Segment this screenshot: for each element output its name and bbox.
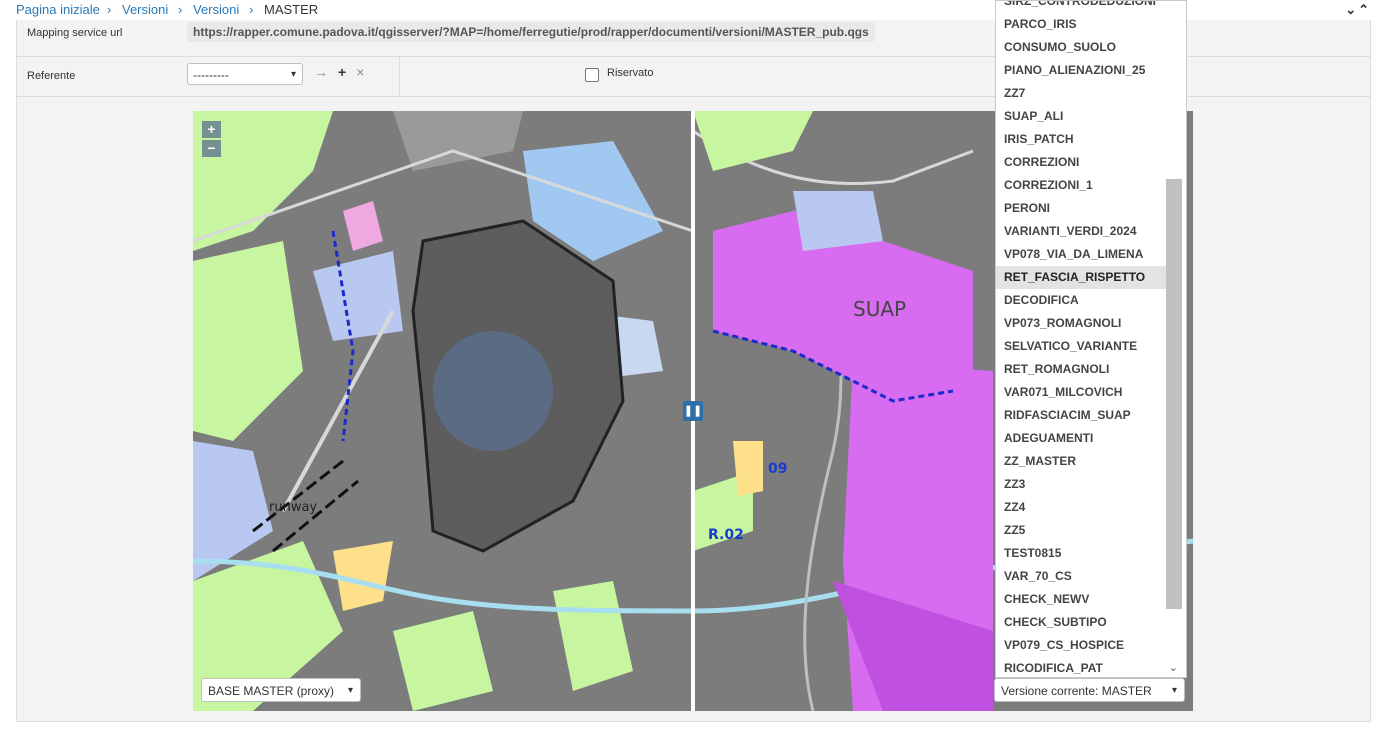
chevron-right-icon: ›: [249, 2, 254, 17]
version-option[interactable]: ZZ5: [996, 519, 1167, 542]
suap-label: SUAP: [853, 297, 906, 321]
version-option[interactable]: VP078_VIA_DA_LIMENA: [996, 243, 1167, 266]
version-option[interactable]: ZZ3: [996, 473, 1167, 496]
breadcrumb-versions[interactable]: Versioni: [122, 2, 168, 17]
version-option[interactable]: ADEGUAMENTI: [996, 427, 1167, 450]
version-option[interactable]: PARCO_IRIS: [996, 13, 1167, 36]
chevron-down-icon[interactable]: ⌄: [1169, 661, 1178, 674]
version-option[interactable]: SUAP_ALI: [996, 105, 1167, 128]
version-select[interactable]: Versione corrente: MASTER ▾: [994, 678, 1185, 702]
version-option[interactable]: SELVATICO_VARIANTE: [996, 335, 1167, 358]
version-option[interactable]: IRIS_PATCH: [996, 128, 1167, 151]
mapping-url-value: https://rapper.comune.padova.it/qgisserv…: [187, 22, 875, 42]
version-option[interactable]: VAR071_MILCOVICH: [996, 381, 1167, 404]
version-option[interactable]: RIDFASCIACIM_SUAP: [996, 404, 1167, 427]
chevron-down-icon: ▾: [1171, 685, 1177, 696]
chevron-right-icon: ›: [107, 2, 112, 17]
divider: [399, 56, 400, 96]
version-option[interactable]: RICODIFICA_PAT: [996, 657, 1167, 677]
version-option[interactable]: PERONI: [996, 197, 1167, 220]
version-option[interactable]: RET_ROMAGNOLI: [996, 358, 1167, 381]
base-layer-select[interactable]: BASE MASTER (proxy) ▾: [201, 678, 361, 702]
version-option[interactable]: CONSUMO_SUOLO: [996, 36, 1167, 59]
breadcrumb-home[interactable]: Pagina iniziale: [16, 2, 100, 17]
version-option[interactable]: VARIANTI_VERDI_2024: [996, 220, 1167, 243]
referente-actions: → + ×: [314, 64, 374, 80]
referente-label: Referente: [27, 70, 76, 82]
chevron-down-icon: ▾: [347, 685, 353, 696]
version-option[interactable]: RET_FASCIA_RISPETTO: [996, 266, 1167, 289]
version-option[interactable]: CORREZIONI_1: [996, 174, 1167, 197]
chevron-right-icon: ›: [178, 2, 183, 17]
version-option[interactable]: VAR_70_CS: [996, 565, 1167, 588]
version-option[interactable]: CHECK_SUBTIPO: [996, 611, 1167, 634]
version-option[interactable]: ZZ4: [996, 496, 1167, 519]
version-option[interactable]: SIRZ_CONTRODEDUZIONI: [996, 1, 1167, 13]
riservato-checkbox[interactable]: [585, 68, 599, 82]
referente-select[interactable]: --------- ▾: [187, 63, 303, 85]
version-option[interactable]: VP073_ROMAGNOLI: [996, 312, 1167, 335]
zoom-in-button[interactable]: +: [202, 121, 221, 138]
runway-label: runway: [269, 500, 317, 515]
zone-label-09: 09: [768, 461, 787, 477]
breadcrumb-current: MASTER: [264, 2, 319, 17]
arrow-right-icon[interactable]: →: [314, 64, 328, 80]
version-option[interactable]: ZZ_MASTER: [996, 450, 1167, 473]
chevron-down-icon: ▾: [290, 69, 296, 80]
zone-label-r02: R.02: [708, 527, 744, 543]
version-option[interactable]: TEST0815: [996, 542, 1167, 565]
zoom-out-button[interactable]: −: [202, 140, 221, 157]
breadcrumb-versions-2[interactable]: Versioni: [193, 2, 239, 17]
version-option[interactable]: CHECK_NEWV: [996, 588, 1167, 611]
version-option[interactable]: CORREZIONI: [996, 151, 1167, 174]
version-option[interactable]: ZZ7: [996, 82, 1167, 105]
version-options: SIRZ_CONTRODEDUZIONI PARCO_IRIS CONSUMO_SU…: [996, 1, 1167, 677]
swipe-handle-pause-icon[interactable]: ❚❚: [683, 401, 703, 421]
mapping-url-label: Mapping service url: [27, 27, 123, 39]
version-option[interactable]: DECODIFICA: [996, 289, 1167, 312]
riservato-label: Riservato: [607, 67, 654, 79]
collapse-toggle-icons[interactable]: ⌄⌃: [1345, 2, 1371, 18]
plus-icon[interactable]: +: [338, 64, 346, 80]
version-dropdown-list[interactable]: SIRZ_CONTRODEDUZIONI PARCO_IRIS CONSUMO_SU…: [995, 0, 1187, 678]
close-icon[interactable]: ×: [356, 64, 364, 80]
zoom-controls: + −: [202, 121, 221, 159]
scrollbar-thumb[interactable]: [1166, 179, 1182, 609]
version-option[interactable]: PIANO_ALIENAZIONI_25: [996, 59, 1167, 82]
version-option[interactable]: VP079_CS_HOSPICE: [996, 634, 1167, 657]
